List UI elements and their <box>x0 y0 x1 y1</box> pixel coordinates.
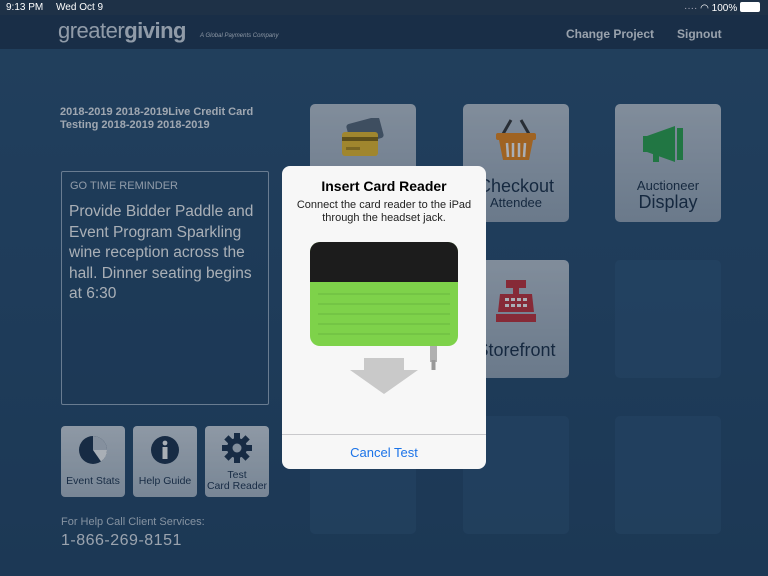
status-time: 9:13 PM <box>6 2 44 13</box>
insert-card-reader-dialog: Insert Card Reader Connect the card read… <box>282 166 486 469</box>
dialog-title: Insert Card Reader <box>321 178 447 194</box>
signal-dots-icon: ···· <box>684 3 698 14</box>
battery-percent: 100% <box>711 3 738 14</box>
cancel-test-button[interactable]: Cancel Test <box>282 445 486 460</box>
wifi-icon: ◠ <box>700 3 709 14</box>
card-reader-image <box>310 242 458 394</box>
dialog-divider <box>282 434 486 435</box>
dialog-message: Connect the card reader to the iPad thro… <box>296 199 472 224</box>
battery-icon <box>740 2 760 12</box>
status-bar: 9:13 PM Wed Oct 9 ···· ◠ 100% <box>0 0 768 15</box>
status-date: Wed Oct 9 <box>56 2 104 13</box>
